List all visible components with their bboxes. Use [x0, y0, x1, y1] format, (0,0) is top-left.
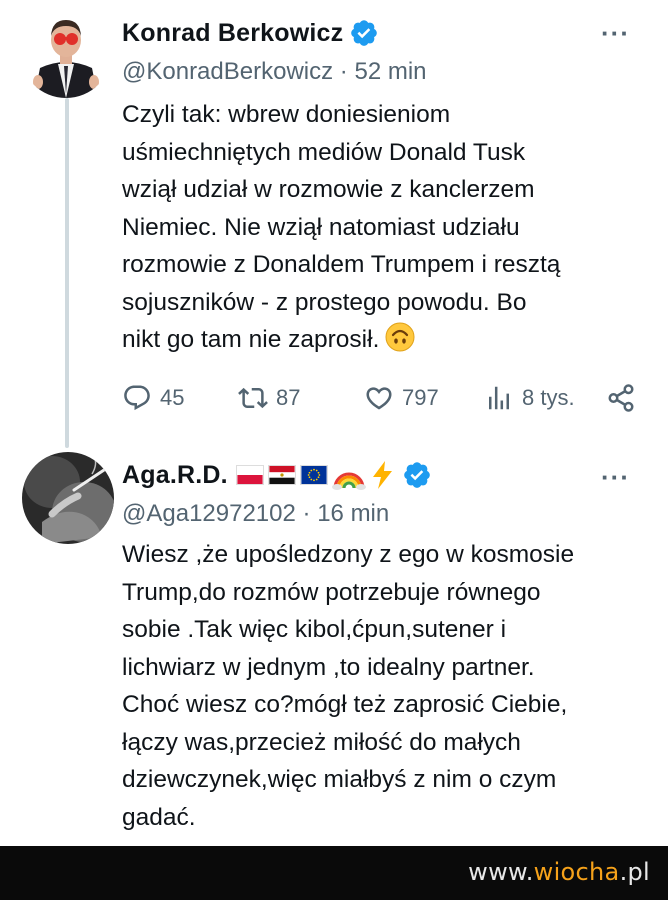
rainbow-icon	[331, 472, 366, 490]
handle-row: @Aga12972102 · 16 min	[122, 500, 389, 528]
text-line: sobie .Tak więc kibol,ćpun,sutener i	[122, 616, 507, 643]
retweet-count: 87	[276, 385, 301, 410]
author-name[interactable]: Konrad Berkowicz	[122, 19, 343, 48]
text-line: Niemiec. Nie wziął natomiast udziału	[122, 213, 520, 241]
timestamp[interactable]: 52 min	[354, 58, 426, 85]
separator: ·	[302, 500, 318, 527]
share-button[interactable]	[606, 378, 636, 418]
tweet-text: Wiesz ,że upośledzony z ego w kosmosie T…	[122, 536, 642, 836]
text-line: sojuszników - z prostego powodu. Bo	[122, 288, 527, 316]
reply-button[interactable]: 45	[122, 378, 184, 418]
views-chart-icon	[489, 386, 509, 410]
watermark-prefix: www.	[468, 858, 534, 886]
watermark-highlight: wiocha	[533, 858, 620, 886]
text-line: uśmiechniętych mediów Donald Tusk	[122, 138, 526, 166]
text-line: gadać.	[122, 803, 196, 831]
heart-icon	[366, 387, 392, 410]
avatar[interactable]	[20, 6, 112, 98]
author-handle[interactable]: @KonradBerkowicz	[122, 58, 333, 85]
tweet-2[interactable]: Aga.R.D. ··· @Aga12972102 · 16 min Wiesz…	[0, 450, 668, 846]
text-line-last: nikt go tam nie zaprosił.	[122, 321, 642, 359]
text-line: lichwiarz w jednym ,to idealny partner.	[122, 653, 535, 681]
watermark-suffix: .pl	[619, 858, 650, 886]
text-line: Trump,do rozmów potrzebuje równego	[122, 578, 541, 606]
eu-flag-icon	[299, 465, 328, 485]
poland-flag-icon	[235, 465, 264, 485]
text-line: rozmowie z Donaldem Trumpem i resztą	[122, 251, 561, 278]
reply-icon	[124, 385, 150, 411]
like-button[interactable]: 797	[364, 378, 439, 418]
like-count: 797	[402, 385, 439, 410]
text-line: Choć wiesz co?mógł też zaprosić Ciebie,	[122, 691, 568, 718]
handle-row: @KonradBerkowicz · 52 min	[122, 58, 427, 86]
watermark-bar: www.wiocha.pl	[0, 846, 668, 900]
author-row: Konrad Berkowicz	[122, 18, 379, 48]
tweet-1[interactable]: Konrad Berkowicz ··· @KonradBerkowicz · …	[0, 0, 668, 450]
retweet-icon	[238, 387, 268, 409]
text-line: Czyli tak: wbrew doniesieniom	[122, 101, 451, 128]
verified-badge-icon[interactable]	[402, 460, 432, 490]
author-handle[interactable]: @Aga12972102	[122, 500, 296, 527]
avatar-image	[22, 452, 114, 544]
separator: ·	[339, 58, 355, 85]
retweet-button[interactable]: 87	[238, 378, 300, 418]
tweet-text: Czyli tak: wbrew doniesieniom uśmiechnię…	[122, 96, 642, 359]
reply-count: 45	[160, 385, 185, 410]
text-line: Wiesz ,że upośledzony z ego w kosmosie	[122, 541, 575, 568]
more-options-icon[interactable]: ···	[601, 18, 630, 49]
author-name[interactable]: Aga.R.D.	[122, 461, 228, 490]
tweet-actions: 45 87 797 8 tys.	[122, 378, 642, 418]
text-line: łączy was,przecież miłość do małych	[122, 728, 521, 756]
author-row: Aga.R.D.	[122, 460, 432, 490]
thread-line	[65, 98, 69, 448]
more-options-icon[interactable]: ···	[601, 462, 630, 493]
watermark: www.wiocha.pl	[468, 858, 650, 886]
verified-badge-icon[interactable]	[349, 18, 379, 48]
name-emojis	[235, 460, 396, 490]
text-line-content: nikt go tam nie zaprosił.	[122, 326, 380, 353]
lightning-icon	[372, 461, 392, 489]
egypt-flag-icon	[267, 465, 296, 485]
timestamp[interactable]: 16 min	[317, 500, 389, 527]
views-count: 8 tys.	[522, 385, 575, 410]
upside-down-face-emoji-icon	[385, 322, 415, 352]
share-icon	[608, 384, 634, 412]
text-line: dziewczynek,więc miałbyś z nim o czym	[122, 766, 557, 793]
views-button[interactable]: 8 tys.	[484, 378, 575, 418]
text-line: wziął udział w rozmowie z kanclerzem	[122, 176, 535, 203]
avatar[interactable]	[22, 452, 114, 544]
avatar-image	[20, 6, 112, 98]
